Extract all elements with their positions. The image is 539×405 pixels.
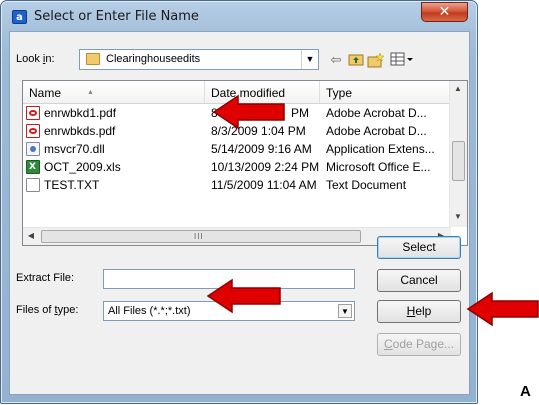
annotation-arrow-help-icon — [466, 291, 539, 327]
annotation-letter: A — [520, 383, 531, 400]
file-name: OCT_2009.xls — [44, 160, 121, 174]
back-icon[interactable]: ⇦ — [328, 52, 344, 68]
file-name: msvcr70.dll — [44, 142, 105, 156]
file-date: 11/5/2009 11:04 AM — [211, 178, 317, 192]
file-type: Microsoft Office E... — [326, 160, 431, 174]
folder-icon — [86, 53, 100, 65]
view-menu-icon[interactable] — [390, 52, 414, 68]
lookin-dropdown[interactable]: Clearinghouseedits ▼ — [79, 49, 319, 70]
file-name: TEST.TXT — [44, 178, 100, 192]
scroll-up-icon[interactable]: ▲ — [450, 81, 466, 97]
up-folder-icon[interactable] — [348, 52, 364, 68]
annotation-arrow-filelist-icon — [212, 94, 285, 130]
lookin-folder-name: Clearinghouseedits — [106, 53, 201, 65]
vertical-scrollbar[interactable]: ▲ ▼ — [449, 81, 467, 227]
excel-file-icon — [26, 160, 40, 174]
file-type: Text Document — [326, 178, 407, 192]
column-type-header[interactable]: Type — [320, 81, 450, 103]
dialog-body: Look in: Clearinghouseedits ▼ ⇦ Name ▲ Da… — [9, 31, 470, 395]
pdf-file-icon — [26, 106, 40, 120]
app-icon: a — [12, 10, 27, 24]
dll-file-icon — [26, 142, 40, 156]
file-name: enrwbkds.pdf — [44, 124, 116, 138]
file-date-suffix: PM — [291, 106, 309, 120]
column-name-header[interactable]: Name ▲ — [23, 81, 205, 103]
close-button[interactable]: ✕ — [421, 2, 468, 22]
chevron-down-icon[interactable]: ▼ — [338, 304, 352, 318]
help-button[interactable]: Help — [377, 300, 461, 323]
cancel-button[interactable]: Cancel — [377, 269, 461, 292]
vertical-scroll-thumb[interactable] — [452, 141, 465, 181]
scroll-down-icon[interactable]: ▼ — [450, 209, 466, 225]
scroll-left-icon[interactable]: ◀ — [23, 228, 39, 244]
table-row[interactable]: TEST.TXT 11/5/2009 11:04 AM Text Documen… — [23, 176, 450, 194]
pdf-file-icon — [26, 124, 40, 138]
select-button[interactable]: Select — [377, 236, 461, 259]
file-date: 10/13/2009 2:24 PM — [211, 160, 320, 174]
chevron-down-icon[interactable]: ▼ — [301, 50, 318, 69]
file-type: Adobe Acrobat D... — [326, 124, 427, 138]
table-row[interactable]: OCT_2009.xls 10/13/2009 2:24 PM Microsof… — [23, 158, 450, 176]
title-bar[interactable]: a Select or Enter File Name ✕ — [1, 1, 477, 31]
lookin-label: Look in: — [16, 53, 55, 65]
code-page-button[interactable]: Code Page... — [377, 333, 461, 356]
scroll-grip: III — [194, 232, 204, 241]
table-row[interactable]: msvcr70.dll 5/14/2009 9:16 AM Applicatio… — [23, 140, 450, 158]
file-type: Application Extens... — [326, 142, 435, 156]
file-dialog-window: a Select or Enter File Name ✕ Look in: C… — [0, 0, 478, 404]
sort-caret-icon: ▲ — [87, 89, 94, 96]
window-title: Select or Enter File Name — [34, 9, 199, 24]
new-folder-icon[interactable] — [367, 52, 385, 68]
file-name: enrwbkd1.pdf — [44, 106, 117, 120]
extract-file-label: Extract File: — [16, 272, 75, 284]
files-of-type-value: All Files (*.*;*.txt) — [108, 305, 191, 317]
file-type: Adobe Acrobat D... — [326, 106, 427, 120]
files-of-type-label: Files of type: — [16, 304, 79, 316]
horizontal-scroll-thumb[interactable]: III — [41, 230, 361, 243]
annotation-arrow-filetype-icon — [206, 278, 281, 314]
file-date: 5/14/2009 9:16 AM — [211, 142, 312, 156]
text-file-icon — [26, 178, 40, 192]
